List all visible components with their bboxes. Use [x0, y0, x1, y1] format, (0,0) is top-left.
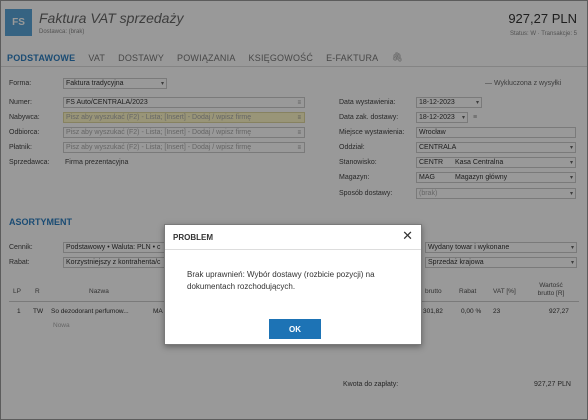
ok-button[interactable]: OK [269, 319, 321, 339]
problem-dialog: PROBLEM ✕ Brak uprawnień: Wybór dostawy … [164, 224, 422, 345]
dialog-message: Brak uprawnień: Wybór dostawy (rozbicie … [187, 270, 375, 291]
dialog-title: PROBLEM [173, 233, 213, 242]
modal-overlay [0, 0, 588, 420]
dialog-divider [165, 249, 421, 250]
close-icon[interactable]: ✕ [402, 229, 413, 243]
dialog-header: PROBLEM ✕ [165, 225, 421, 249]
